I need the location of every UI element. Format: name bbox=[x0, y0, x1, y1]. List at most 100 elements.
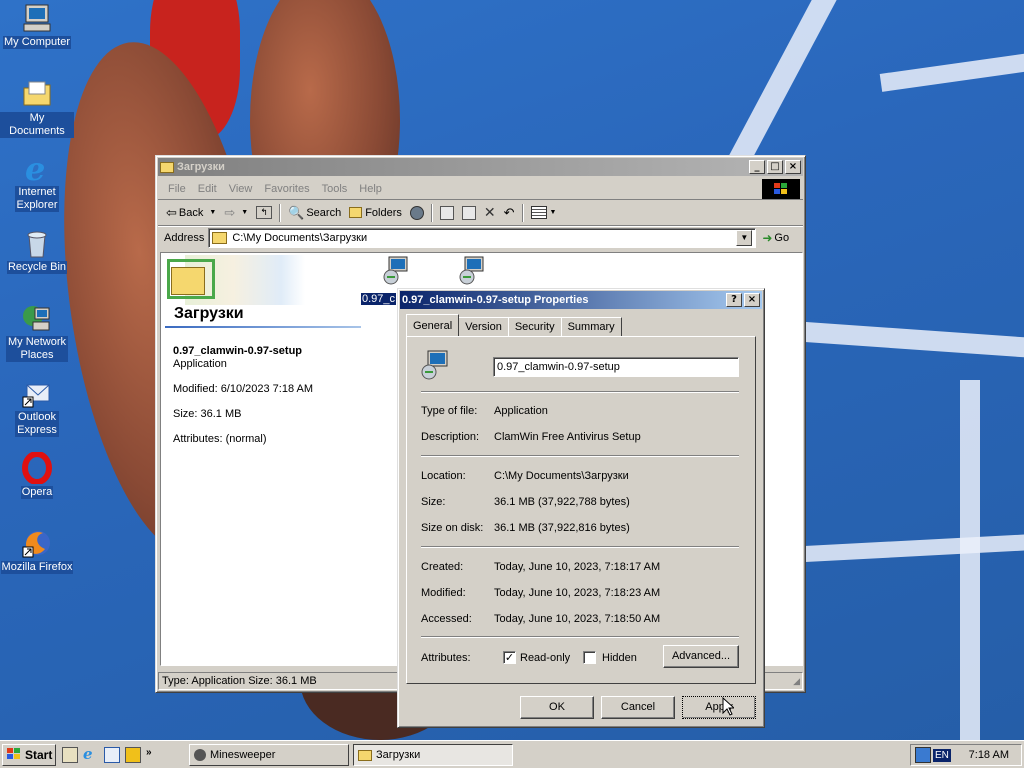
address-dropdown-button[interactable]: ▼ bbox=[736, 230, 753, 246]
menu-tools[interactable]: Tools bbox=[316, 183, 354, 195]
readonly-check-box[interactable]: ✓ bbox=[503, 651, 516, 664]
help-button[interactable]: ? bbox=[726, 293, 742, 307]
apply-button[interactable]: Apply bbox=[682, 696, 756, 719]
clock[interactable]: 7:18 AM bbox=[969, 749, 1009, 761]
taskbar-item-label: Minesweeper bbox=[210, 749, 276, 761]
views-button[interactable]: ▼ bbox=[527, 202, 561, 224]
minimize-button[interactable]: _ bbox=[749, 160, 765, 174]
address-value: C:\My Documents\Загрузки bbox=[232, 232, 368, 244]
minesweeper-icon bbox=[194, 749, 206, 761]
dialog-titlebar[interactable]: 0.97_clamwin-0.97-setup Properties ? × bbox=[400, 291, 762, 309]
chevron-down-icon[interactable]: ▼ bbox=[550, 209, 557, 216]
go-arrow-icon: ➜ bbox=[762, 231, 773, 245]
opera-icon bbox=[21, 451, 53, 485]
back-button[interactable]: ⇦ Back ▼ bbox=[162, 202, 220, 224]
explorer-titlebar[interactable]: Загрузки _ □ × bbox=[158, 158, 803, 176]
search-icon: 🔍 bbox=[288, 204, 305, 220]
recycle-bin-icon bbox=[21, 227, 53, 259]
go-button[interactable]: ➜ Go bbox=[762, 231, 789, 245]
ok-button[interactable]: OK bbox=[520, 696, 594, 719]
chevron-down-icon[interactable]: ▼ bbox=[241, 209, 248, 216]
tab-security[interactable]: Security bbox=[507, 317, 562, 336]
history-button[interactable] bbox=[406, 202, 428, 224]
cancel-button[interactable]: Cancel bbox=[601, 696, 675, 719]
filename-field[interactable]: 0.97_clamwin-0.97-setup bbox=[493, 357, 739, 377]
properties-dialog[interactable]: 0.97_clamwin-0.97-setup Properties ? × G… bbox=[397, 288, 765, 728]
folder-icon bbox=[21, 78, 53, 110]
up-folder-button[interactable]: ↰ bbox=[252, 202, 276, 224]
tab-strip: General Version Security Summary bbox=[406, 314, 622, 336]
folders-button[interactable]: Folders bbox=[345, 202, 406, 224]
desktop-icon-label: Internet Explorer bbox=[15, 186, 59, 212]
address-label: Address bbox=[164, 232, 205, 244]
hidden-checkbox[interactable]: Hidden bbox=[583, 651, 637, 664]
views-icon bbox=[530, 206, 547, 219]
taskbar: Start e » Minesweeper Загрузки EN 7:18 A… bbox=[0, 740, 1024, 768]
desktop-icon-outlook-express[interactable]: Outlook Express bbox=[0, 377, 74, 437]
maximize-button[interactable]: □ bbox=[767, 160, 783, 174]
taskbar-item-folder[interactable]: Загрузки bbox=[353, 744, 513, 766]
desktop-icon-internet-explorer[interactable]: e Internet Explorer bbox=[0, 150, 74, 212]
created-label: Created: bbox=[421, 561, 464, 573]
location-label: Location: bbox=[421, 470, 466, 482]
tab-summary[interactable]: Summary bbox=[560, 317, 622, 336]
menu-view[interactable]: View bbox=[223, 183, 259, 195]
tab-version[interactable]: Version bbox=[458, 317, 509, 336]
accessed-value: Today, June 10, 2023, 7:18:50 AM bbox=[494, 613, 661, 625]
taskbar-item-minesweeper[interactable]: Minesweeper bbox=[189, 744, 349, 766]
dialog-close-button[interactable]: × bbox=[744, 293, 760, 307]
hidden-label: Hidden bbox=[602, 651, 637, 664]
resize-grip-icon[interactable]: ◢ bbox=[793, 676, 800, 687]
language-indicator[interactable]: EN bbox=[933, 748, 951, 762]
move-to-button[interactable] bbox=[436, 202, 458, 224]
menu-bar: File Edit View Favorites Tools Help bbox=[158, 178, 803, 200]
readonly-checkbox[interactable]: ✓ Read-only bbox=[503, 651, 570, 664]
copy-to-button[interactable] bbox=[458, 202, 480, 224]
divider bbox=[421, 391, 739, 393]
outlook-express-icon bbox=[21, 377, 53, 409]
setup-file-icon bbox=[419, 349, 451, 381]
divider bbox=[421, 455, 739, 457]
size-on-disk-label: Size on disk: bbox=[421, 522, 484, 534]
chevron-right-icon[interactable]: » bbox=[146, 747, 152, 763]
computer-icon bbox=[21, 2, 53, 34]
desktop-icon-label: Opera bbox=[20, 486, 54, 499]
media-player-icon[interactable] bbox=[125, 747, 141, 763]
setup-file-icon bbox=[381, 255, 411, 285]
created-value: Today, June 10, 2023, 7:18:17 AM bbox=[494, 561, 661, 573]
menu-favorites[interactable]: Favorites bbox=[258, 183, 315, 195]
desktop-icon-opera[interactable]: Opera bbox=[0, 451, 74, 499]
show-desktop-icon[interactable] bbox=[62, 747, 78, 763]
outlook-express-icon[interactable] bbox=[104, 747, 120, 763]
menu-help[interactable]: Help bbox=[353, 183, 388, 195]
chevron-down-icon[interactable]: ▼ bbox=[209, 209, 216, 216]
close-button[interactable]: × bbox=[785, 160, 801, 174]
address-input[interactable]: C:\My Documents\Загрузки ▼ bbox=[208, 228, 757, 248]
go-label: Go bbox=[774, 232, 790, 244]
clamwin-tray-icon[interactable] bbox=[915, 747, 931, 763]
forward-button[interactable]: ⇨ ▼ bbox=[220, 202, 252, 224]
menu-file[interactable]: File bbox=[162, 183, 192, 195]
search-button[interactable]: 🔍 Search bbox=[284, 202, 345, 224]
desktop-icon-label: Recycle Bin bbox=[6, 261, 68, 274]
hidden-check-box[interactable] bbox=[583, 651, 596, 664]
desktop-icon-my-documents[interactable]: My Documents bbox=[0, 78, 74, 138]
general-tab-panel: 0.97_clamwin-0.97-setup Type of file: Ap… bbox=[406, 336, 756, 684]
desktop-icon-my-computer[interactable]: My Computer bbox=[0, 2, 74, 49]
desktop-icon-label: My Documents bbox=[0, 112, 74, 138]
delete-button[interactable]: ✕ bbox=[480, 202, 500, 224]
toolbar-separator bbox=[430, 203, 433, 222]
tab-general[interactable]: General bbox=[406, 314, 460, 336]
undo-button[interactable]: ↶ bbox=[500, 202, 519, 224]
menu-edit[interactable]: Edit bbox=[192, 183, 223, 195]
advanced-button[interactable]: Advanced... bbox=[663, 645, 739, 668]
svg-text:e: e bbox=[25, 152, 45, 184]
desktop-icon-recycle-bin[interactable]: Recycle Bin bbox=[0, 227, 74, 274]
desktop-icon-my-network-places[interactable]: My Network Places bbox=[0, 302, 74, 362]
setup-file-icon bbox=[457, 255, 487, 285]
banner-box-green bbox=[167, 259, 215, 299]
desktop-icon-mozilla-firefox[interactable]: Mozilla Firefox bbox=[0, 527, 74, 574]
start-button[interactable]: Start bbox=[2, 744, 56, 766]
toolbar-separator bbox=[279, 203, 282, 222]
internet-explorer-icon[interactable]: e bbox=[83, 747, 99, 763]
